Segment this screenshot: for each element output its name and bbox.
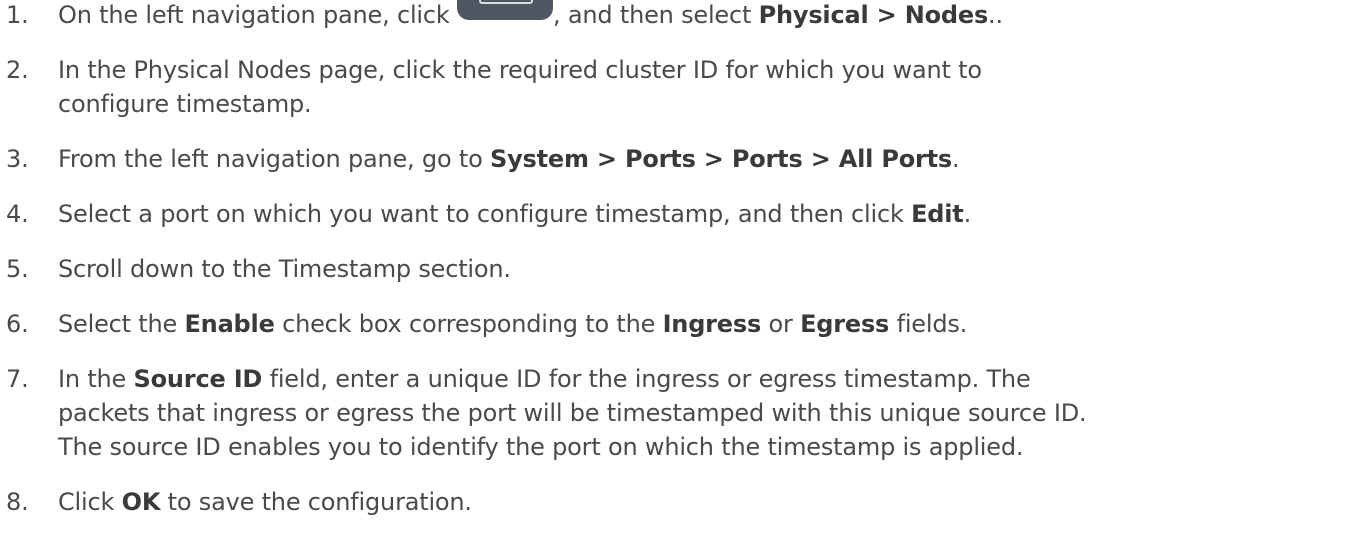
step-text: From the left navigation pane, go to bbox=[58, 145, 490, 173]
step-text: check box corresponding to the bbox=[274, 310, 663, 338]
step-text: Select the bbox=[58, 310, 185, 338]
step-text: packets that ingress or egress the port … bbox=[58, 399, 1087, 427]
step-number: 4. bbox=[6, 200, 29, 228]
step-number: 6. bbox=[6, 310, 29, 338]
step-3: 3. From the left navigation pane, go to … bbox=[0, 142, 960, 176]
step-4: 4. Select a port on which you want to co… bbox=[0, 197, 971, 231]
step-text: field, enter a unique ID for the ingress… bbox=[262, 365, 1031, 393]
step-text: or bbox=[761, 310, 801, 338]
step-text: . bbox=[952, 145, 960, 173]
step-number: 7. bbox=[6, 365, 29, 393]
step-bold-text: Egress bbox=[800, 310, 890, 338]
step-number: 3. bbox=[6, 145, 29, 173]
step-bold-text: System > Ports > Ports > All Ports bbox=[489, 145, 953, 173]
step-text: Scroll down to the Timestamp section. bbox=[58, 255, 511, 283]
step-bold-text: Edit bbox=[911, 200, 964, 228]
step-number: 1. bbox=[6, 1, 29, 29]
step-text: to save the configuration. bbox=[160, 488, 472, 516]
step-5: 5. Scroll down to the Timestamp section. bbox=[0, 252, 511, 286]
step-number: 2. bbox=[6, 56, 29, 84]
step-text: The source ID enables you to identify th… bbox=[58, 433, 1024, 461]
step-bold-text: Physical > Nodes bbox=[758, 1, 989, 29]
step-number: 5. bbox=[6, 255, 29, 283]
step-text: Click bbox=[58, 488, 122, 516]
step-text: fields. bbox=[889, 310, 968, 338]
step-text: On the left navigation pane, click bbox=[58, 1, 458, 29]
step-bold-text: Source ID bbox=[133, 365, 263, 393]
step-text: .. bbox=[988, 1, 1003, 29]
step-6: 6. Select the Enable check box correspon… bbox=[0, 307, 967, 341]
step-2: 2. In the Physical Nodes page, click the… bbox=[0, 53, 982, 121]
step-text: . bbox=[963, 200, 972, 228]
step-8: 8. Click OK to save the configuration. bbox=[0, 485, 472, 519]
step-text: In the Physical Nodes page, click the re… bbox=[58, 56, 982, 84]
step-bold-text: Enable bbox=[184, 310, 275, 338]
step-7: 7. In the Source ID field, enter a uniqu… bbox=[0, 362, 1087, 464]
step-text: Select a port on which you want to confi… bbox=[58, 200, 912, 228]
step-text: , and then select bbox=[553, 1, 759, 29]
step-bold-text: OK bbox=[121, 488, 161, 516]
navigation-menu-icon bbox=[457, 0, 554, 26]
step-text: configure timestamp. bbox=[58, 90, 312, 118]
step-bold-text: Ingress bbox=[662, 310, 762, 338]
step-number: 8. bbox=[6, 488, 29, 516]
step-1: 1. On the left navigation pane, click , … bbox=[0, 0, 1003, 32]
step-text: In the bbox=[58, 365, 134, 393]
